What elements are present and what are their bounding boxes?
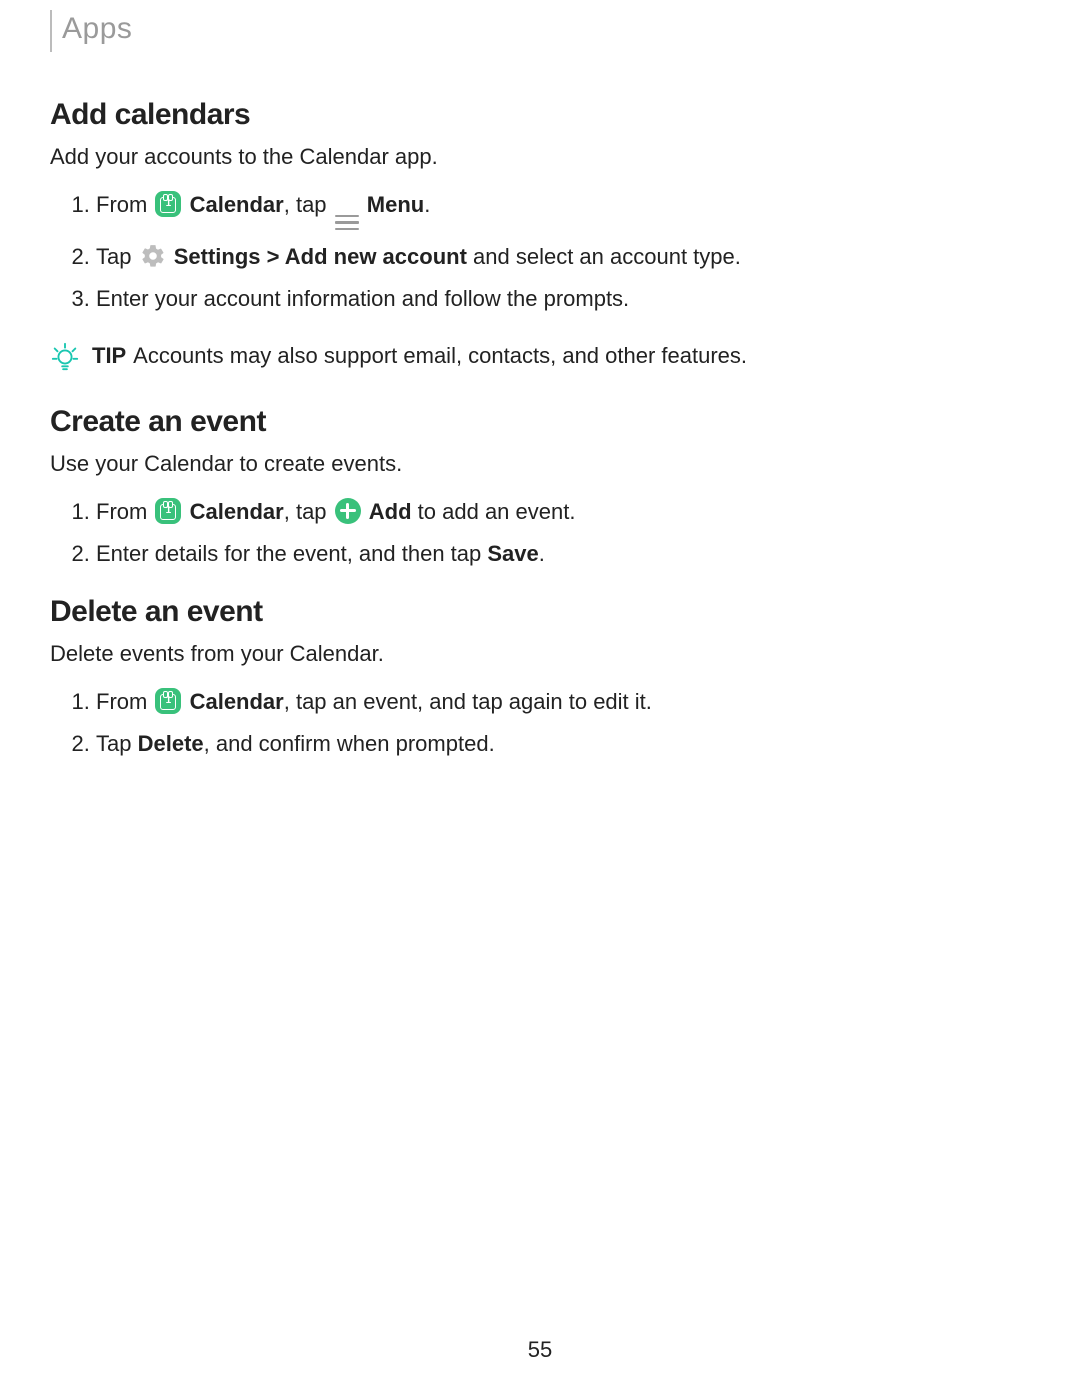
manual-page: Apps Add calendars Add your accounts to …	[0, 0, 1080, 1397]
step-text: Tap	[96, 244, 138, 269]
add-label: Add	[369, 499, 412, 524]
menu-icon	[335, 212, 359, 232]
calendar-icon: 1	[155, 688, 181, 714]
step-item: From 1 Calendar, tap Add to add an event…	[96, 495, 1030, 529]
step-item: From 1 Calendar, tap an event, and tap a…	[96, 685, 1030, 719]
calendar-label: Calendar	[190, 689, 284, 714]
lightbulb-icon	[50, 341, 80, 371]
calendar-label: Calendar	[190, 192, 284, 217]
section-add-calendars: Add calendars Add your accounts to the C…	[50, 98, 1030, 371]
step-item: Enter details for the event, and then ta…	[96, 537, 1030, 571]
section-desc: Add your accounts to the Calendar app.	[50, 140, 1030, 174]
step-text: , tap	[284, 192, 333, 217]
plus-icon	[335, 498, 361, 524]
calendar-icon: 1	[155, 191, 181, 217]
step-item: Tap Delete, and confirm when prompted.	[96, 727, 1030, 761]
step-item: Tap Settings > Add new account and selec…	[96, 240, 1030, 274]
step-text: Enter details for the event, and then ta…	[96, 541, 487, 566]
page-number: 55	[0, 1337, 1080, 1363]
tip-text: Accounts may also support email, contact…	[133, 343, 747, 368]
tip-label: TIP	[92, 343, 126, 368]
section-create-event: Create an event Use your Calendar to cre…	[50, 405, 1030, 571]
settings-label: Settings	[174, 244, 261, 269]
header-label: Apps	[62, 12, 132, 45]
section-title: Add calendars	[50, 98, 1030, 132]
step-text: to add an event.	[412, 499, 576, 524]
step-text: From	[96, 192, 153, 217]
step-text: and select an account type.	[467, 244, 741, 269]
step-text: From	[96, 499, 153, 524]
step-text: , tap an event, and tap again to edit it…	[284, 689, 652, 714]
steps-list: From 1 Calendar, tap Menu. Tap Settings …	[96, 188, 1030, 316]
section-desc: Use your Calendar to create events.	[50, 447, 1030, 481]
step-item: From 1 Calendar, tap Menu.	[96, 188, 1030, 232]
calendar-label: Calendar	[190, 499, 284, 524]
step-text: .	[539, 541, 545, 566]
header-rule: Apps	[50, 10, 1030, 52]
calendar-icon: 1	[155, 498, 181, 524]
step-text: .	[424, 192, 430, 217]
step-text: , and confirm when prompted.	[204, 731, 495, 756]
breadcrumb-sep: >	[261, 244, 285, 269]
section-title: Create an event	[50, 405, 1030, 439]
step-item: Enter your account information and follo…	[96, 282, 1030, 316]
delete-label: Delete	[138, 731, 204, 756]
step-text: Enter your account information and follo…	[96, 286, 629, 311]
menu-label: Menu	[367, 192, 424, 217]
section-desc: Delete events from your Calendar.	[50, 637, 1030, 671]
add-new-account-label: Add new account	[285, 244, 467, 269]
step-text: From	[96, 689, 153, 714]
section-delete-event: Delete an event Delete events from your …	[50, 595, 1030, 761]
tip-callout: TIP Accounts may also support email, con…	[50, 341, 1030, 371]
save-label: Save	[487, 541, 538, 566]
gear-icon	[140, 243, 166, 269]
steps-list: From 1 Calendar, tap an event, and tap a…	[96, 685, 1030, 761]
section-title: Delete an event	[50, 595, 1030, 629]
steps-list: From 1 Calendar, tap Add to add an event…	[96, 495, 1030, 571]
step-text: , tap	[284, 499, 333, 524]
step-text: Tap	[96, 731, 138, 756]
